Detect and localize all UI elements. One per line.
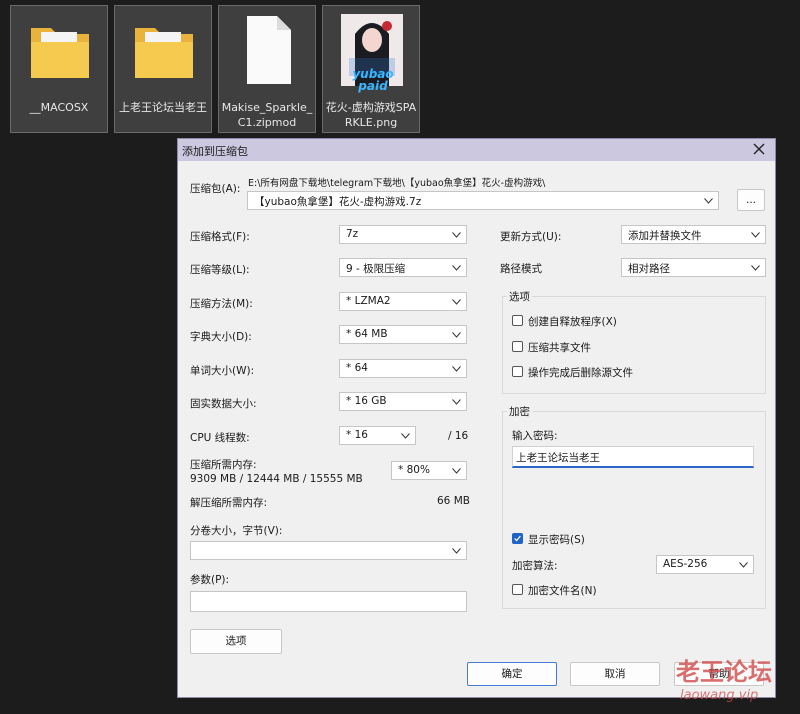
level-label: 压缩等级(L): bbox=[190, 264, 250, 276]
pathmode-label: 路径模式 bbox=[500, 263, 542, 275]
cancel-button[interactable]: 取消 bbox=[570, 662, 660, 686]
dict-select[interactable]: * 64 MB bbox=[339, 325, 467, 344]
close-icon[interactable] bbox=[751, 141, 767, 157]
format-value: 7z bbox=[346, 228, 359, 240]
chevron-down-icon bbox=[452, 332, 461, 338]
archive-name-combo[interactable]: 【yubao魚拿堡】花火-虚构游戏.7z bbox=[247, 191, 719, 210]
file-name: 上老王论坛当老王 bbox=[119, 101, 207, 114]
checkmark-icon bbox=[514, 535, 521, 542]
chevron-down-icon bbox=[401, 433, 410, 439]
dict-value: * 64 MB bbox=[346, 328, 388, 340]
method-value: * LZMA2 bbox=[346, 295, 391, 307]
thumbnail-watermark: yubao paid bbox=[352, 67, 394, 93]
chevron-down-icon bbox=[452, 366, 461, 372]
chevron-down-icon bbox=[452, 265, 461, 271]
encrypt-names-label: 加密文件名(N) bbox=[528, 585, 597, 597]
password-value: 上老王论坛当老王 bbox=[516, 452, 600, 464]
dialog-title: 添加到压缩包 bbox=[182, 145, 248, 158]
params-label: 参数(P): bbox=[190, 574, 230, 586]
mem-usage-value: * 80% bbox=[398, 464, 430, 476]
file-laowang-folder[interactable]: 上老王论坛当老王 bbox=[114, 5, 212, 133]
update-label: 更新方式(U): bbox=[500, 231, 562, 243]
document-icon bbox=[247, 16, 291, 84]
encryption-group: 加密 输入密码: 上老王论坛当老王 显示密码(S) 加密算法: AES-256 … bbox=[502, 404, 766, 609]
chevron-down-icon bbox=[751, 232, 760, 238]
mem-label: 压缩所需内存: bbox=[190, 459, 257, 471]
chevron-down-icon bbox=[739, 562, 748, 568]
cpu-value: * 16 bbox=[346, 429, 368, 441]
cpu-select[interactable]: * 16 bbox=[339, 426, 416, 445]
add-to-archive-dialog: 添加到压缩包 压缩包(A): E:\所有网盘下载地\telegram下载地\【y… bbox=[177, 138, 776, 698]
chevron-down-icon bbox=[704, 198, 713, 204]
title-bar: 添加到压缩包 bbox=[178, 139, 775, 161]
watermark: 老王论坛 bbox=[676, 658, 772, 686]
chevron-down-icon bbox=[452, 468, 461, 474]
archive-path: E:\所有网盘下载地\telegram下载地\【yubao魚拿堡】花火-虚构游戏… bbox=[248, 178, 546, 189]
shared-files-label: 压缩共享文件 bbox=[528, 342, 591, 354]
path-mode-select[interactable]: 相对路径 bbox=[621, 258, 766, 277]
file-name: 花火-虚构游戏SPARKLE.png bbox=[325, 101, 417, 129]
update-mode-value: 添加并替换文件 bbox=[628, 230, 702, 242]
shared-files-checkbox[interactable] bbox=[512, 341, 523, 352]
password-input[interactable]: 上老王论坛当老王 bbox=[512, 446, 754, 468]
split-label: 分卷大小，字节(V): bbox=[190, 525, 283, 537]
encrypt-names-checkbox[interactable] bbox=[512, 584, 523, 595]
solid-label: 固实数据大小: bbox=[190, 398, 257, 410]
word-label: 单词大小(W): bbox=[190, 365, 255, 377]
delete-after-label: 操作完成后删除源文件 bbox=[528, 367, 633, 379]
folder-icon bbox=[31, 28, 89, 78]
enc-method-select[interactable]: AES-256 bbox=[656, 555, 754, 574]
word-value: * 64 bbox=[346, 362, 368, 374]
decomp-mem-label: 解压缩所需内存: bbox=[190, 497, 268, 509]
format-label: 压缩格式(F): bbox=[190, 231, 250, 243]
show-password-label: 显示密码(S) bbox=[528, 534, 585, 546]
password-label: 输入密码: bbox=[512, 430, 558, 442]
word-select[interactable]: * 64 bbox=[339, 359, 467, 378]
solid-select[interactable]: * 16 GB bbox=[339, 392, 467, 411]
chevron-down-icon bbox=[452, 399, 461, 405]
file-name: Makise_Sparkle_C1.zipmod bbox=[221, 101, 313, 129]
mem-detail: 9309 MB / 12444 MB / 15555 MB bbox=[190, 473, 363, 485]
cpu-label: CPU 线程数: bbox=[190, 432, 250, 444]
file-png-image[interactable]: yubao paid 花火-虚构游戏SPARKLE.png bbox=[322, 5, 420, 133]
options-group: 选项 创建自释放程序(X) 压缩共享文件 操作完成后删除源文件 bbox=[502, 289, 766, 394]
browse-button[interactable]: ... bbox=[737, 189, 765, 211]
delete-after-checkbox[interactable] bbox=[512, 366, 523, 377]
params-input[interactable] bbox=[190, 591, 467, 612]
mem-usage-select[interactable]: * 80% bbox=[391, 461, 467, 480]
path-mode-value: 相对路径 bbox=[628, 263, 670, 275]
level-value: 9 - 极限压缩 bbox=[346, 263, 406, 275]
watermark-url: laowang.vip bbox=[680, 688, 759, 703]
folder-icon bbox=[135, 28, 193, 78]
chevron-down-icon bbox=[452, 548, 461, 554]
options-button[interactable]: 选项 bbox=[190, 629, 282, 654]
chevron-down-icon bbox=[751, 265, 760, 271]
chevron-down-icon bbox=[452, 299, 461, 305]
ok-button[interactable]: 确定 bbox=[467, 662, 557, 686]
options-group-title: 选项 bbox=[507, 289, 532, 304]
level-select[interactable]: 9 - 极限压缩 bbox=[339, 258, 467, 277]
file-macosx-folder[interactable]: __MACOSX bbox=[10, 5, 108, 133]
cpu-total: / 16 bbox=[448, 430, 469, 442]
decomp-mem-value: 66 MB bbox=[437, 495, 470, 507]
archive-name-value: 【yubao魚拿堡】花火-虚构游戏.7z bbox=[254, 196, 422, 208]
encryption-group-title: 加密 bbox=[507, 404, 532, 419]
archive-label: 压缩包(A): bbox=[190, 183, 241, 195]
sfx-checkbox[interactable] bbox=[512, 315, 523, 326]
file-zipmod[interactable]: Makise_Sparkle_C1.zipmod bbox=[218, 5, 316, 133]
method-label: 压缩方法(M): bbox=[190, 298, 253, 310]
method-select[interactable]: * LZMA2 bbox=[339, 292, 467, 311]
format-select[interactable]: 7z bbox=[339, 225, 467, 244]
update-mode-select[interactable]: 添加并替换文件 bbox=[621, 225, 766, 244]
enc-method-label: 加密算法: bbox=[512, 560, 558, 572]
show-password-checkbox[interactable] bbox=[512, 533, 523, 544]
split-select[interactable] bbox=[190, 541, 467, 560]
sfx-label: 创建自释放程序(X) bbox=[528, 316, 617, 328]
chevron-down-icon bbox=[452, 232, 461, 238]
enc-method-value: AES-256 bbox=[663, 558, 708, 570]
file-name: __MACOSX bbox=[29, 101, 89, 114]
solid-value: * 16 GB bbox=[346, 395, 387, 407]
dict-label: 字典大小(D): bbox=[190, 331, 252, 343]
